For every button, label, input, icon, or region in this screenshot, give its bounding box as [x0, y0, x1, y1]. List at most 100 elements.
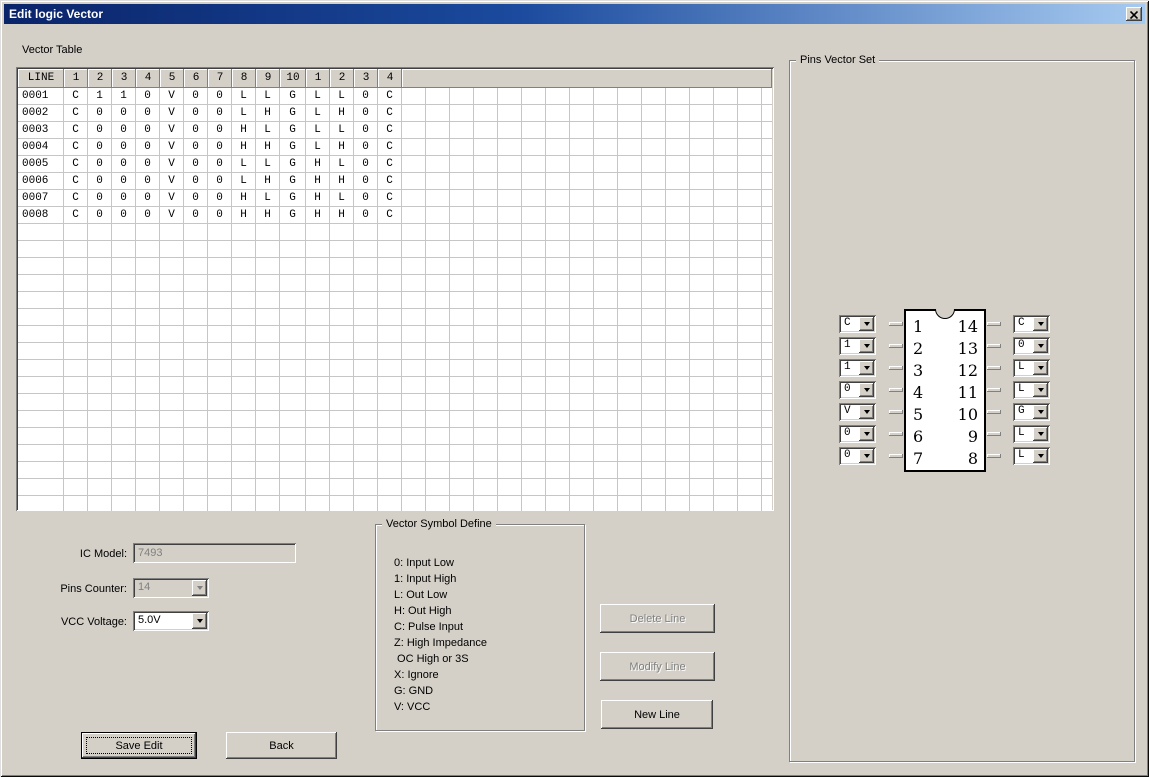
pin-5-value-select[interactable]: V [839, 403, 876, 421]
pin-4-value-select[interactable]: 0 [839, 381, 876, 399]
ic-model-input[interactable]: 7493 [133, 543, 296, 563]
chip-pin-numbers-right: 141312111098 [958, 311, 984, 470]
empty-cell [112, 445, 136, 462]
dropdown-arrow-button[interactable] [859, 383, 874, 397]
delete-line-button[interactable]: Delete Line [600, 604, 715, 633]
dropdown-arrow-button[interactable] [859, 339, 874, 353]
empty-cell [354, 377, 378, 394]
dropdown-arrow-button[interactable] [859, 405, 874, 419]
pin-7-value-select[interactable]: 0 [839, 447, 876, 465]
empty-cell [450, 496, 474, 511]
symbol-define-line: 1: Input High [394, 571, 487, 587]
empty-cell [498, 343, 522, 360]
empty-cell [642, 275, 666, 292]
pins-counter-select[interactable]: 14 [133, 578, 209, 598]
table-row[interactable]: 0007C000V00HLGHL0C [18, 190, 772, 207]
vector-table[interactable]: LINE1234567891012340001C110V00LLGLL0C000… [16, 67, 774, 511]
empty-cell [762, 258, 772, 275]
table-row[interactable]: 0001C110V00LLGLL0C [18, 88, 772, 105]
empty-cell [402, 190, 426, 207]
combo-value: L [1015, 427, 1033, 441]
dropdown-arrow-button[interactable] [192, 613, 207, 629]
dropdown-arrow-button[interactable] [1033, 405, 1048, 419]
column-header: 2 [330, 69, 354, 88]
empty-cell [546, 275, 570, 292]
empty-cell [570, 496, 594, 511]
dropdown-arrow-button[interactable] [1033, 383, 1048, 397]
table-row[interactable]: 0008C000V00HHGHH0C [18, 207, 772, 224]
empty-cell [666, 479, 690, 496]
modify-line-button[interactable]: Modify Line [600, 652, 715, 681]
back-button[interactable]: Back [226, 732, 337, 759]
empty-cell [426, 224, 450, 241]
empty-line-cell [18, 445, 64, 462]
vector-value-cell: 0 [184, 173, 208, 190]
empty-cell [450, 139, 474, 156]
table-row[interactable]: 0006C000V00LHGHH0C [18, 173, 772, 190]
empty-cell [618, 394, 642, 411]
pin-9-value-select[interactable]: L [1013, 425, 1050, 443]
dropdown-arrow-button[interactable] [1033, 361, 1048, 375]
empty-cell [594, 258, 618, 275]
empty-cell [232, 292, 256, 309]
dropdown-arrow-button[interactable] [1033, 427, 1048, 441]
save-edit-button[interactable]: Save Edit [81, 732, 197, 759]
table-row[interactable]: 0004C000V00HHGLH0C [18, 139, 772, 156]
empty-cell [570, 292, 594, 309]
pin-13-value-select[interactable]: 0 [1013, 337, 1050, 355]
pin-2-value-select[interactable]: 1 [839, 337, 876, 355]
table-row[interactable]: 0002C000V00LHGLH0C [18, 105, 772, 122]
dropdown-arrow-button[interactable] [859, 427, 874, 441]
vcc-voltage-select[interactable]: 5.0V [133, 611, 209, 631]
pin-3-value-select[interactable]: 1 [839, 359, 876, 377]
table-row[interactable]: 0005C000V00LLGHL0C [18, 156, 772, 173]
pin-number: 6 [913, 426, 923, 448]
dropdown-arrow-button[interactable] [192, 580, 207, 596]
vector-value-cell: 0 [136, 122, 160, 139]
empty-cell [330, 326, 354, 343]
empty-cell [498, 377, 522, 394]
empty-cell [642, 479, 666, 496]
vector-value-cell: 0 [88, 156, 112, 173]
empty-cell [498, 445, 522, 462]
empty-cell [618, 479, 642, 496]
empty-table-row [18, 411, 772, 428]
pin-14-value-select[interactable]: C [1013, 315, 1050, 333]
pin-11-value-select[interactable]: L [1013, 381, 1050, 399]
new-line-button[interactable]: New Line [601, 700, 713, 729]
empty-cell [280, 360, 306, 377]
pin-8-value-select[interactable]: L [1013, 447, 1050, 465]
empty-cell [256, 309, 280, 326]
empty-cell [402, 309, 426, 326]
pin-10-value-select[interactable]: G [1013, 403, 1050, 421]
empty-cell [306, 462, 330, 479]
empty-cell [402, 462, 426, 479]
empty-cell [570, 445, 594, 462]
dropdown-arrow-button[interactable] [859, 361, 874, 375]
dropdown-arrow-button[interactable] [859, 317, 874, 331]
title-bar[interactable]: Edit logic Vector [4, 4, 1145, 24]
empty-cell [498, 173, 522, 190]
empty-cell [426, 139, 450, 156]
dropdown-arrow-button[interactable] [1033, 317, 1048, 331]
pin-1-value-select[interactable]: C [839, 315, 876, 333]
empty-cell [474, 411, 498, 428]
empty-cell [280, 326, 306, 343]
close-button[interactable] [1126, 7, 1142, 21]
empty-cell [450, 479, 474, 496]
table-row[interactable]: 0003C000V00HLGLL0C [18, 122, 772, 139]
pin-12-value-select[interactable]: L [1013, 359, 1050, 377]
vector-value-cell: C [64, 173, 88, 190]
dropdown-arrow-button[interactable] [1033, 449, 1048, 463]
empty-cell [498, 394, 522, 411]
empty-cell [498, 241, 522, 258]
vector-value-cell: 0 [88, 122, 112, 139]
dropdown-arrow-button[interactable] [859, 449, 874, 463]
dropdown-arrow-button[interactable] [1033, 339, 1048, 353]
empty-cell [160, 394, 184, 411]
vector-value-cell: H [256, 139, 280, 156]
empty-line-cell [18, 343, 64, 360]
empty-cell [738, 479, 762, 496]
pin-6-value-select[interactable]: 0 [839, 425, 876, 443]
chevron-down-icon [1038, 388, 1044, 392]
